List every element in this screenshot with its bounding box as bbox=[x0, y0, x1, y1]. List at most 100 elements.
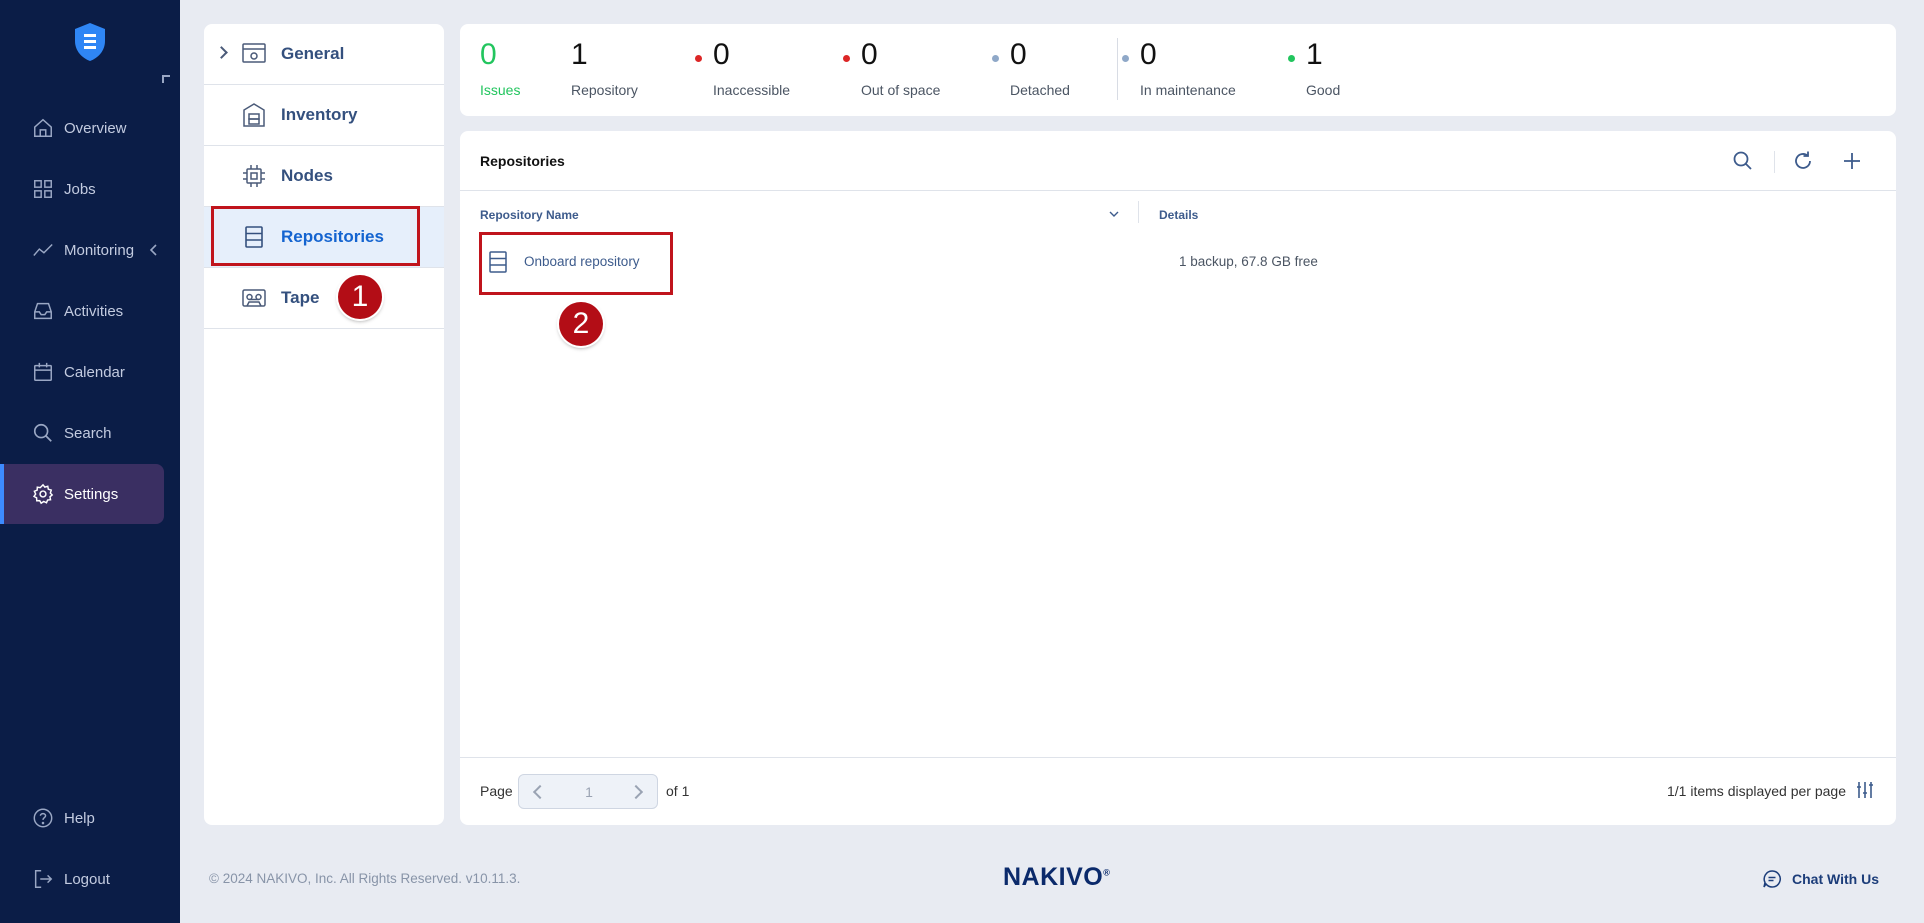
repositories-panel: Repositories Repository Name Details Onb… bbox=[460, 131, 1896, 825]
search-button[interactable] bbox=[1730, 148, 1756, 174]
stat-label: In maintenance bbox=[1140, 82, 1236, 98]
nav-item-label: Calendar bbox=[64, 363, 125, 381]
nakivo-logo: NAKIVO® bbox=[1003, 863, 1110, 892]
stat-value: 0 bbox=[713, 38, 730, 71]
page-count-label: of 1 bbox=[666, 783, 690, 799]
nav-item-help[interactable]: Help bbox=[0, 788, 164, 848]
chat-with-us-button[interactable]: Chat With Us bbox=[1762, 869, 1879, 889]
nav-item-label: Settings bbox=[64, 485, 119, 503]
nav-item-label: Activities bbox=[64, 302, 124, 320]
stat-label: Issues bbox=[480, 82, 521, 98]
stat-value: 0 bbox=[861, 38, 878, 71]
submenu-item-label: Nodes bbox=[281, 166, 333, 185]
stat-value: 0 bbox=[1010, 38, 1027, 71]
stat-inaccessible[interactable]: 0 Inaccessible bbox=[695, 38, 791, 98]
stat-issues[interactable]: 0 Issues bbox=[480, 38, 520, 98]
nav-item-logout[interactable]: Logout bbox=[0, 849, 164, 909]
refresh-icon bbox=[1795, 151, 1811, 169]
stat-value: 0 bbox=[480, 38, 497, 71]
stat-label: Good bbox=[1306, 82, 1341, 98]
page-selector[interactable]: 1 bbox=[518, 774, 658, 809]
calendar-icon bbox=[34, 362, 52, 381]
status-dot bbox=[1288, 55, 1295, 62]
stat-label: Inaccessible bbox=[713, 82, 791, 98]
refresh-button[interactable] bbox=[1790, 148, 1816, 174]
brand-name: NAKIVO bbox=[1003, 863, 1104, 891]
repository-details: 1 backup, 67.8 GB free bbox=[1179, 254, 1318, 269]
chevron-left-icon bbox=[149, 244, 157, 256]
items-per-page-text: 1/1 items displayed per page bbox=[1667, 783, 1846, 799]
highlight-repositories-menu bbox=[211, 206, 420, 266]
stat-detached[interactable]: 0 Detached bbox=[992, 38, 1070, 98]
general-settings-icon bbox=[242, 43, 266, 63]
logout-icon bbox=[34, 870, 53, 888]
step-badge-2: 2 bbox=[559, 302, 603, 346]
search-icon bbox=[1733, 151, 1752, 170]
status-dot bbox=[1122, 55, 1129, 62]
submenu-item-nodes[interactable]: Nodes bbox=[204, 146, 444, 207]
registered-mark: ® bbox=[1103, 867, 1111, 878]
table-row[interactable]: Onboard repository 1 backup, 67.8 GB fre… bbox=[480, 243, 1880, 283]
nav-item-label: Jobs bbox=[64, 180, 96, 198]
status-dot bbox=[992, 55, 999, 62]
gear-icon bbox=[32, 483, 54, 505]
chat-icon bbox=[1763, 870, 1781, 888]
inbox-icon bbox=[34, 302, 52, 320]
submenu-item-general[interactable]: General bbox=[204, 24, 444, 85]
plus-icon bbox=[1844, 153, 1860, 169]
activity-line-icon bbox=[33, 243, 53, 256]
tape-icon bbox=[242, 289, 266, 307]
main-navigation: Overview Jobs Monitoring Activities Cale… bbox=[0, 0, 180, 923]
home-icon bbox=[34, 118, 52, 137]
app-logo-icon bbox=[73, 22, 107, 62]
nav-item-overview[interactable]: Overview bbox=[0, 98, 164, 158]
toolbar-divider bbox=[1774, 151, 1775, 173]
status-dot bbox=[843, 55, 850, 62]
panel-title: Repositories bbox=[480, 153, 565, 169]
column-header-repository-name[interactable]: Repository Name bbox=[480, 208, 579, 222]
step-badge-1: 1 bbox=[338, 275, 382, 319]
help-icon bbox=[33, 808, 53, 828]
nav-item-label: Search bbox=[64, 424, 112, 442]
search-icon bbox=[33, 423, 52, 442]
footer-divider bbox=[460, 757, 1896, 758]
header-divider bbox=[460, 190, 1896, 191]
stat-label: Detached bbox=[1010, 82, 1070, 98]
submenu-item-tape[interactable]: Tape bbox=[204, 268, 444, 329]
nav-item-jobs[interactable]: Jobs bbox=[0, 159, 164, 219]
nav-item-search[interactable]: Search bbox=[0, 403, 164, 463]
submenu-item-label: General bbox=[281, 44, 345, 63]
submenu-item-label: Inventory bbox=[281, 105, 358, 124]
nav-item-label: Logout bbox=[64, 870, 110, 888]
nav-item-label: Overview bbox=[64, 119, 127, 137]
submenu-item-inventory[interactable]: Inventory bbox=[204, 85, 444, 146]
column-divider[interactable] bbox=[1138, 201, 1139, 223]
status-dot bbox=[695, 55, 702, 62]
stats-divider bbox=[1117, 38, 1118, 100]
nav-item-settings[interactable]: Settings bbox=[0, 464, 164, 524]
chip-icon bbox=[243, 165, 265, 187]
column-header-details: Details bbox=[1159, 208, 1199, 222]
nav-item-calendar[interactable]: Calendar bbox=[0, 342, 164, 402]
copyright-text: © 2024 NAKIVO, Inc. All Rights Reserved.… bbox=[209, 871, 521, 886]
column-settings-icon[interactable] bbox=[1854, 779, 1876, 801]
stat-in-maintenance[interactable]: 0 In maintenance bbox=[1122, 38, 1236, 98]
stat-out-of-space[interactable]: 0 Out of space bbox=[843, 38, 941, 98]
stat-label: Out of space bbox=[861, 82, 941, 98]
stat-value: 1 bbox=[571, 38, 588, 71]
expand-arrow-icon[interactable] bbox=[215, 46, 228, 59]
stat-good[interactable]: 1 Good bbox=[1288, 38, 1341, 98]
settings-submenu: General Inventory Nodes Repositories Tap… bbox=[204, 24, 444, 825]
chevron-down-icon[interactable] bbox=[1107, 207, 1121, 221]
grid-icon bbox=[34, 180, 52, 198]
highlight-onboard-repository bbox=[479, 232, 673, 295]
nav-item-label: Help bbox=[64, 809, 95, 827]
inventory-icon bbox=[243, 103, 265, 127]
page-label: Page bbox=[480, 783, 513, 799]
stat-value: 1 bbox=[1306, 38, 1323, 71]
nav-item-monitoring[interactable]: Monitoring bbox=[0, 220, 164, 280]
collapse-nav-icon[interactable] bbox=[162, 75, 170, 83]
chat-label: Chat With Us bbox=[1792, 871, 1879, 887]
add-repository-button[interactable] bbox=[1839, 148, 1865, 174]
nav-item-activities[interactable]: Activities bbox=[0, 281, 164, 341]
